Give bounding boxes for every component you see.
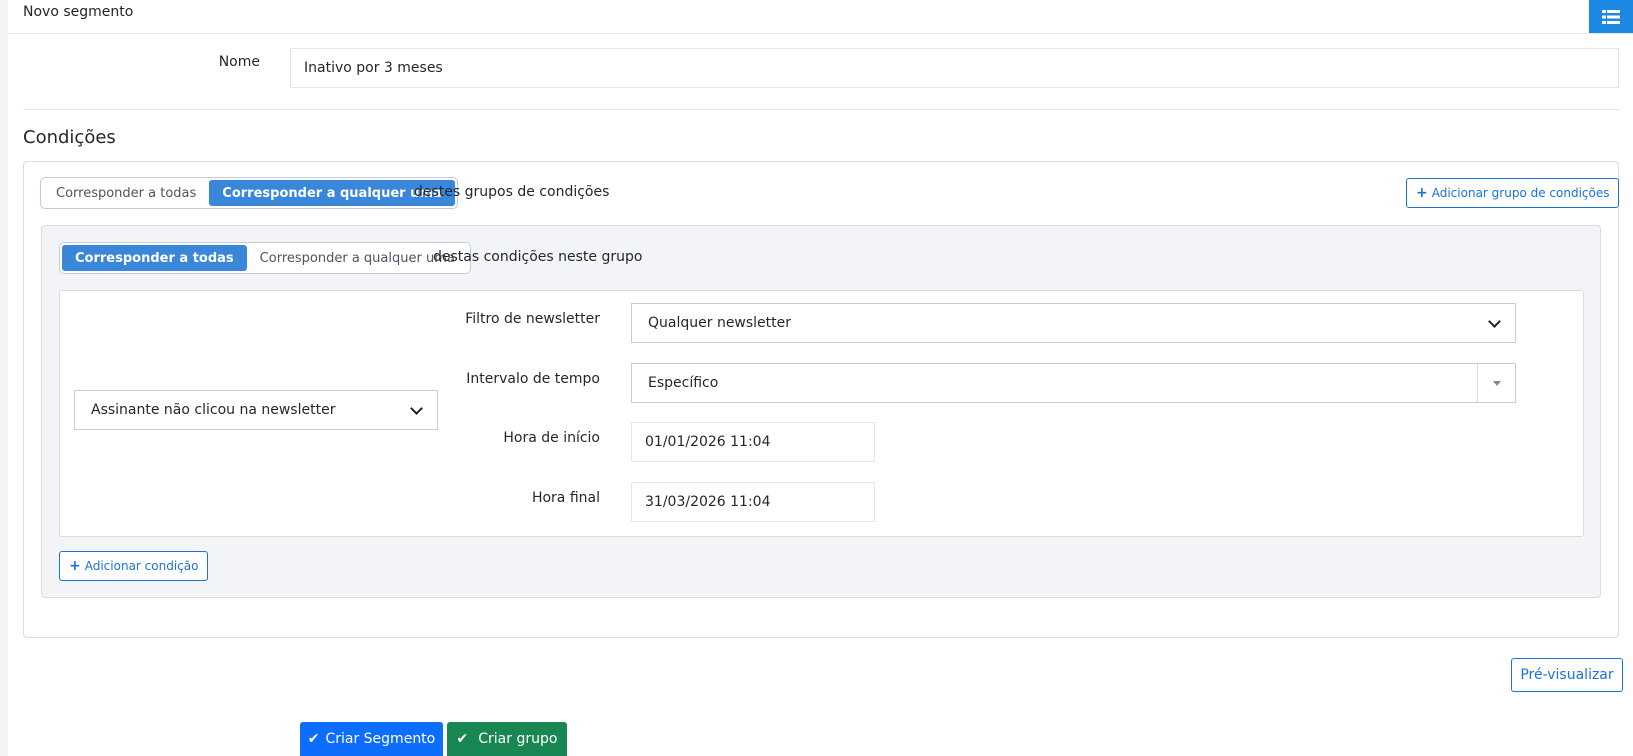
time-interval-select[interactable]: Específico [631, 363, 1516, 403]
divider [23, 109, 1619, 110]
condition-type-value: Assinante não clicou na newsletter [91, 402, 336, 418]
create-group-label: Criar grupo [478, 731, 558, 747]
add-condition-label: Adicionar condição [84, 559, 199, 573]
groups-match-toggle: Corresponder a todas Corresponder a qual… [40, 177, 458, 209]
end-time-input[interactable]: 31/03/2026 11:04 [631, 482, 875, 522]
conditions-title: Condições [23, 127, 116, 148]
add-condition-group-button[interactable]: + Adicionar grupo de condições [1406, 178, 1620, 208]
add-condition-group-label: Adicionar grupo de condições [1431, 186, 1610, 200]
newsletter-filter-value: Qualquer newsletter [648, 315, 792, 331]
condition-group: Corresponder a todas Corresponder a qual… [41, 225, 1601, 598]
end-time-label: Hora final [531, 490, 600, 506]
time-interval-label: Intervalo de tempo [466, 371, 600, 387]
list-menu-button[interactable] [1589, 0, 1633, 33]
conditions-container: Corresponder a todas Corresponder a qual… [23, 161, 1620, 638]
time-interval-value: Específico [648, 375, 719, 391]
add-condition-button[interactable]: + Adicionar condição [59, 551, 209, 581]
segment-card: Novo segmento Nome Inativo por 3 meses C… [8, 0, 1633, 756]
plus-icon: + [69, 558, 81, 574]
check-icon: ✔ [307, 731, 320, 747]
conditions-match-toggle: Corresponder a todas Corresponder a qual… [59, 242, 471, 274]
card-header: Novo segmento [8, 0, 1633, 34]
page-title: Novo segmento [23, 4, 134, 20]
create-segment-button[interactable]: ✔ Criar Segmento [300, 722, 443, 756]
name-input[interactable]: Inativo por 3 meses [290, 48, 1619, 88]
groups-match-suffix: destes grupos de condições [414, 184, 610, 200]
groups-match-all-option[interactable]: Corresponder a todas [43, 180, 209, 206]
conditions-match-all-option[interactable]: Corresponder a todas [62, 245, 247, 271]
plus-icon: + [1416, 185, 1428, 201]
list-icon [1602, 9, 1620, 24]
condition-row: Assinante não clicou na newsletter Filtr… [59, 290, 1584, 537]
condition-type-select[interactable]: Assinante não clicou na newsletter [74, 390, 438, 430]
check-icon: ✔ [456, 731, 469, 747]
name-label: Nome [218, 54, 260, 70]
create-group-button[interactable]: ✔ Criar grupo [447, 722, 567, 756]
newsletter-filter-select[interactable]: Qualquer newsletter [631, 303, 1516, 343]
chevron-down-icon [410, 401, 423, 415]
dropdown-arrow-icon [1477, 364, 1515, 402]
newsletter-filter-label: Filtro de newsletter [465, 311, 600, 327]
chevron-down-icon [1488, 314, 1501, 328]
preview-button[interactable]: Pré-visualizar [1511, 658, 1623, 692]
start-time-label: Hora de início [503, 430, 600, 446]
conditions-match-suffix: destas condições neste grupo [433, 249, 643, 265]
create-segment-label: Criar Segmento [325, 731, 436, 747]
start-time-input[interactable]: 01/01/2026 11:04 [631, 422, 875, 462]
